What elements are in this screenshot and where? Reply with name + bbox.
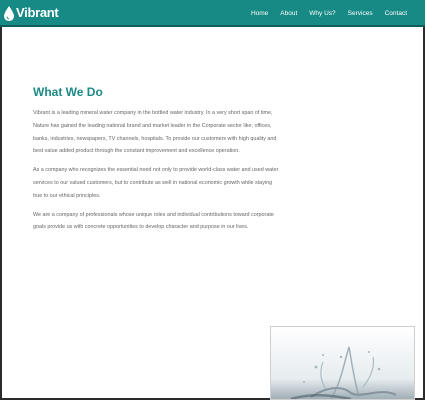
paragraph-team: We are a company of professionals whose … — [33, 211, 274, 231]
window-frame-left — [0, 0, 2, 400]
nav-contact[interactable]: Contact — [385, 10, 407, 18]
section-title: What We Do — [33, 85, 103, 99]
nav-why-us[interactable]: Why Us? — [309, 10, 335, 18]
nav-home[interactable]: Home — [251, 10, 268, 18]
top-navbar: Vibrant Home About Why Us? Services Cont… — [0, 0, 425, 27]
brand-logo[interactable]: Vibrant — [4, 5, 59, 21]
paragraph-mission: As a company who recognizes the essentia… — [33, 167, 279, 199]
paragraph-intro: Vibrant is a leading mineral water compa… — [33, 110, 277, 155]
what-we-do-section: What We Do Vibrant is a leading mineral … — [33, 85, 281, 240]
water-splash-image — [270, 326, 415, 400]
nav-about[interactable]: About — [280, 10, 297, 18]
water-drop-icon — [4, 5, 14, 21]
main-nav: Home About Why Us? Services Contact — [239, 10, 407, 18]
nav-services[interactable]: Services — [348, 10, 373, 18]
brand-name: Vibrant — [16, 5, 59, 20]
